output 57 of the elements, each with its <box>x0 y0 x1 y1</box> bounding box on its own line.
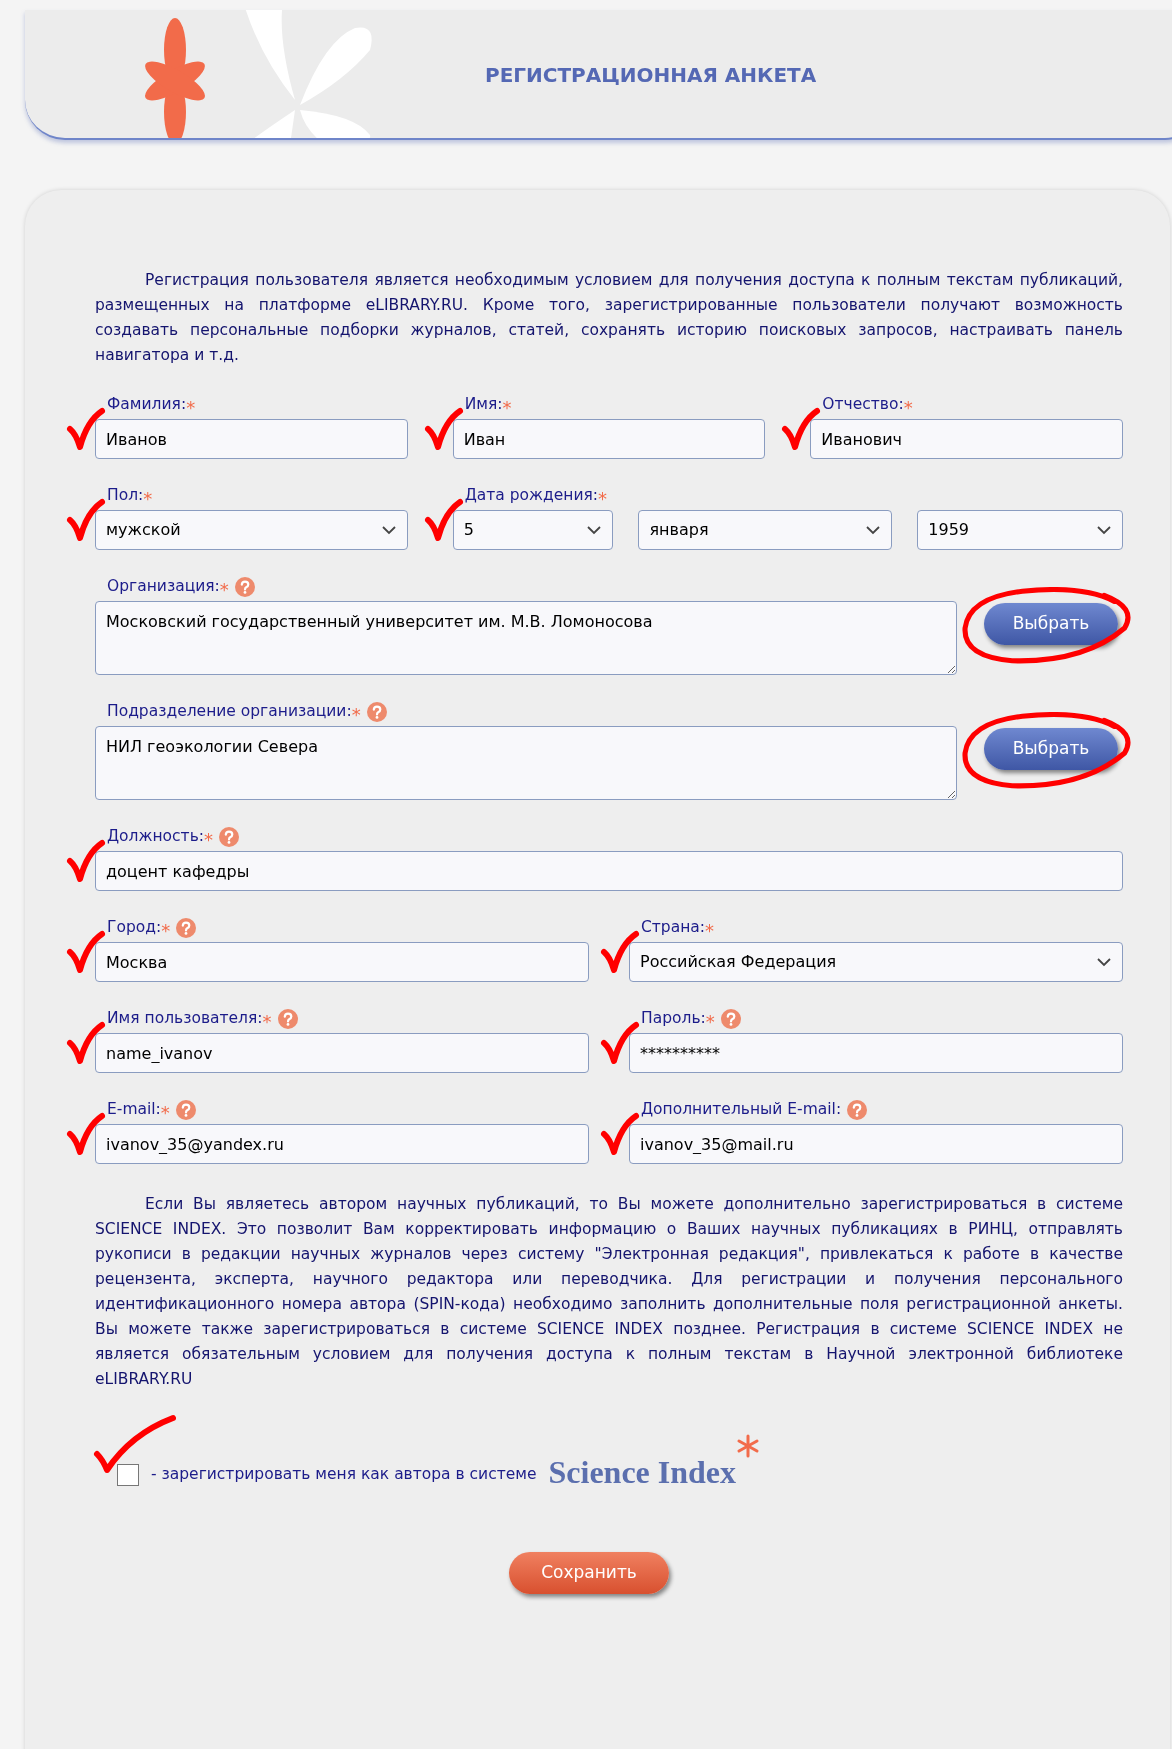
input-field[interactable]: Иванович <box>810 419 1123 459</box>
checkbox[interactable] <box>117 1464 139 1486</box>
field-label: Город: <box>107 917 162 939</box>
asterisk-icon <box>736 1434 761 1458</box>
required-mark: * <box>204 828 213 852</box>
required-mark: * <box>705 1010 715 1034</box>
select-button[interactable]: Выбрать <box>984 603 1118 645</box>
field-label: Подразделение организации: <box>107 701 352 723</box>
field-label: Должность: <box>107 826 204 848</box>
select-field[interactable]: Российская Федерация <box>629 942 1123 982</box>
input-field[interactable]: Иванов <box>95 419 408 459</box>
field-label: Дата рождения: <box>464 485 598 507</box>
select-field[interactable]: января <box>638 510 893 550</box>
brand-name: Science Index <box>548 1454 737 1490</box>
field-label: Имя пользователя: <box>107 1008 263 1030</box>
input-field[interactable]: ********** <box>629 1033 1123 1073</box>
required-mark: * <box>160 1101 170 1125</box>
field-label: Имя: <box>464 394 503 416</box>
chevron-down-icon <box>586 525 603 535</box>
select-field[interactable]: 1959 <box>917 510 1123 550</box>
required-mark: * <box>219 578 229 602</box>
input-field[interactable]: ivanov_35@mail.ru <box>629 1124 1123 1164</box>
required-mark: * <box>903 396 913 420</box>
required-mark: * <box>143 487 153 511</box>
chevron-down-icon <box>1096 957 1112 967</box>
required-mark: * <box>262 1010 272 1034</box>
input-field[interactable]: доцент кафедры <box>95 851 1123 891</box>
required-mark: * <box>186 396 196 420</box>
input-field[interactable]: Иван <box>452 419 766 459</box>
required-mark: * <box>161 919 171 943</box>
required-mark: * <box>598 487 607 511</box>
input-field[interactable]: ivanov_35@yandex.ru <box>95 1124 589 1164</box>
select-field[interactable]: 5 <box>452 510 614 550</box>
field-label: Отчество: <box>822 394 904 416</box>
info-paragraph: Если Вы являетесь автором научных публикаций, то Вы можете дополнительно зарегистрироваться в системе SCIENCE INDEX. Это позволит Вам корректировать информацию о Ваших научных публикациях в РИНЦ, отправлять рукописи в редакции научных журналов через систему "Электронная редакция", привлекаться к работе в качестве рецензента, эксперта, научного редактора или переводчика. Для регистрации и получения персонального идентификационного номера автора (SPIN-кода) необходимо заполнить дополнительные поля регистрационной анкеты. Вы можете также зарегистрироваться в системе SCIENCE INDEX позднее. Регистрация в системе SCIENCE INDEX не является обязательным условием для получения доступа к полным текстам в Научной электронной библиотеке eLIBRARY.RU <box>95 1194 1123 1390</box>
select-field[interactable]: мужской <box>95 510 408 550</box>
field-label: Пароль: <box>641 1008 706 1030</box>
chevron-down-icon <box>865 525 882 535</box>
field-label: Дополнительный E-mail: <box>641 1099 842 1121</box>
required-mark: * <box>351 703 361 727</box>
form-title: РЕГИСТРАЦИОННАЯ АНКЕТА <box>485 62 817 89</box>
required-mark: * <box>502 396 512 420</box>
select-button[interactable]: Выбрать <box>984 728 1118 770</box>
intro-paragraph: Регистрация пользователя является необходимым условием для получения доступа к полным текстам публикаций, размещенных на платформе eLIBRARY.RU. Кроме того, зарегистрированные пользователи получают возможность создавать персональные подборки журналов, статей, сохранять историю поисковых запросов, настраивать панель навигатора и т.д. <box>95 270 1123 366</box>
chevron-down-icon <box>1096 525 1112 535</box>
chevron-down-icon <box>380 525 397 535</box>
field-label: Страна: <box>641 917 706 939</box>
field-label: E-mail: <box>107 1099 161 1121</box>
text-area[interactable]: НИЛ геоэкологии Севера <box>95 726 957 800</box>
field-label: Организация: <box>107 576 220 598</box>
field-label: Пол: <box>107 485 144 507</box>
field-label: Фамилия: <box>107 394 187 416</box>
input-field[interactable]: name_ivanov <box>95 1033 589 1073</box>
text-area[interactable]: Московский государственный университет им. М.В. Ломоносова <box>95 601 957 675</box>
input-field[interactable]: Москва <box>95 942 589 982</box>
required-mark: * <box>705 919 715 943</box>
checkbox-label: - зарегистрировать меня как автора в системе <box>151 1463 537 1485</box>
